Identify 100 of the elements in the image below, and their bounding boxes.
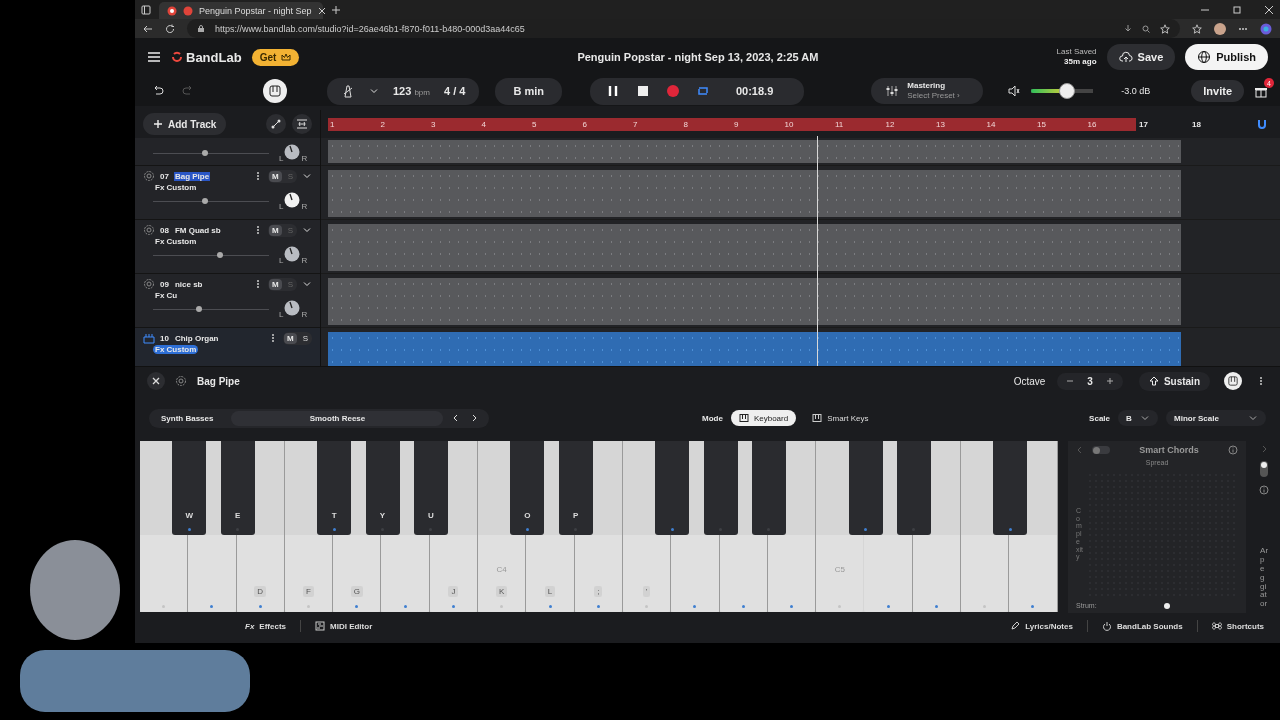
time-signature[interactable]: 4 / 4: [444, 85, 466, 97]
sharp-key[interactable]: U: [413, 441, 448, 535]
midi-clip[interactable]: [328, 170, 1181, 217]
site-info-icon[interactable]: [197, 24, 205, 33]
zoom-icon[interactable]: [1142, 24, 1150, 33]
midi-clip[interactable]: [328, 140, 1181, 163]
keyboard-view-button[interactable]: [1224, 372, 1242, 390]
tempo-value[interactable]: 123 bpm: [393, 85, 430, 97]
sharp-key[interactable]: [993, 441, 1028, 535]
loop-icon[interactable]: [695, 84, 710, 98]
sharp-key[interactable]: P: [558, 441, 593, 535]
close-button[interactable]: [147, 372, 165, 390]
pan-knob-icon[interactable]: [284, 300, 301, 316]
star-icon[interactable]: [1160, 23, 1170, 34]
record-icon[interactable]: [665, 84, 680, 98]
plus-icon[interactable]: [1104, 376, 1115, 386]
natural-key[interactable]: J: [429, 535, 478, 612]
scale-root-dropdown[interactable]: B: [1118, 410, 1158, 426]
toggle-switch[interactable]: [1260, 461, 1269, 477]
caret-icon[interactable]: [369, 86, 379, 96]
magnet-icon[interactable]: [1256, 118, 1268, 130]
sustain-button[interactable]: Sustain: [1138, 371, 1210, 391]
add-track-button[interactable]: Add Track: [143, 113, 227, 135]
mute-button[interactable]: M: [284, 332, 297, 344]
track-name[interactable]: Chip Organ: [173, 333, 220, 343]
footer-button[interactable]: Shortcuts: [1205, 618, 1270, 634]
natural-key[interactable]: D: [236, 535, 284, 612]
info-icon[interactable]: [1259, 485, 1270, 495]
volume-thumb[interactable]: [1059, 83, 1076, 99]
gear-icon[interactable]: [175, 375, 187, 387]
fx-tag[interactable]: Fx Cu: [153, 291, 180, 300]
copilot-icon[interactable]: [1260, 22, 1272, 35]
strum-handle[interactable]: [1164, 602, 1171, 609]
reload-icon[interactable]: [165, 23, 175, 34]
sharp-key[interactable]: O: [510, 441, 545, 535]
sharp-key[interactable]: T: [317, 441, 352, 535]
chevron-down-icon[interactable]: [302, 279, 312, 289]
track-name[interactable]: nice sb: [173, 279, 204, 289]
natural-key[interactable]: F: [284, 535, 333, 612]
natural-key[interactable]: G: [333, 535, 381, 612]
mode-tab[interactable]: Smart Keys: [804, 410, 877, 426]
invite-button[interactable]: Invite: [1191, 80, 1244, 102]
track-name[interactable]: Bag Pipe: [173, 171, 211, 181]
natural-key[interactable]: L: [526, 535, 574, 612]
profile-avatar[interactable]: [1214, 22, 1226, 35]
pan-knob-icon[interactable]: [284, 246, 301, 262]
sharp-key[interactable]: [896, 441, 931, 535]
chevron-down-icon[interactable]: [302, 225, 312, 235]
track-name[interactable]: FM Quad sb: [173, 225, 222, 235]
midi-clip[interactable]: [328, 332, 1181, 366]
midi-clip[interactable]: [328, 278, 1181, 325]
sharp-key[interactable]: [848, 441, 883, 535]
sharp-key[interactable]: [655, 441, 690, 535]
scale-type-dropdown[interactable]: Minor Scale: [1166, 410, 1266, 426]
metronome-icon[interactable]: [341, 84, 355, 98]
sharp-key[interactable]: E: [220, 441, 255, 535]
mute-button[interactable]: M: [269, 224, 282, 236]
download-icon[interactable]: [1124, 24, 1132, 33]
menu-icon[interactable]: [147, 50, 161, 64]
restore-icon[interactable]: [1232, 4, 1242, 15]
footer-button[interactable]: BandLab Sounds: [1095, 618, 1189, 634]
get-button[interactable]: Get: [251, 48, 300, 66]
preset-category[interactable]: Synth Basses: [151, 410, 224, 426]
back-icon[interactable]: [143, 23, 153, 34]
volume-thumb[interactable]: [217, 252, 224, 258]
address-bar[interactable]: https://www.bandlab.com/studio?id=26ae46b1-f870-f011-b480-000d3aa44c65: [187, 19, 1180, 38]
pan-knob-icon[interactable]: [284, 192, 301, 208]
sharp-key[interactable]: W: [172, 441, 207, 535]
key-button[interactable]: B min: [495, 77, 562, 105]
track-row[interactable]: L R: [135, 138, 320, 166]
info-icon[interactable]: [1228, 445, 1239, 455]
favorites-icon[interactable]: [1192, 23, 1202, 34]
loop-region[interactable]: 1 2 3 4 5 6 7 8 9 10 11 12 13 14 15 16: [328, 117, 1136, 131]
mode-tab[interactable]: Keyboard: [730, 410, 797, 426]
sharp-key[interactable]: [751, 441, 786, 535]
fx-tag[interactable]: Fx Custom: [153, 237, 199, 246]
natural-key[interactable]: ': [622, 535, 671, 612]
toggle-switch[interactable]: [1092, 446, 1110, 454]
automation-button[interactable]: [266, 114, 286, 134]
chevron-down-icon[interactable]: [302, 171, 312, 181]
fx-tag[interactable]: Fx Custom: [153, 345, 199, 354]
solo-button[interactable]: S: [299, 332, 311, 344]
sharp-key[interactable]: [703, 441, 738, 535]
save-button[interactable]: Save: [1106, 44, 1176, 70]
natural-key[interactable]: ;: [574, 535, 622, 612]
panel-toggle-button[interactable]: [263, 79, 287, 103]
speaker-icon[interactable]: [1007, 84, 1022, 98]
mastering-button[interactable]: Mastering Select Preset ›: [871, 78, 984, 104]
track-row[interactable]: 10 Chip Organ M S Fx Custom: [135, 328, 320, 366]
footer-button[interactable]: MIDI Editor: [309, 618, 379, 634]
mute-button[interactable]: M: [269, 170, 282, 182]
natural-key[interactable]: C4 K: [478, 535, 526, 612]
volume-thumb[interactable]: [196, 306, 203, 312]
new-tab-icon[interactable]: [331, 4, 341, 15]
fx-tag[interactable]: Fx Custom: [153, 183, 199, 192]
volume-thumb[interactable]: [202, 198, 209, 204]
volume-thumb[interactable]: [202, 149, 209, 156]
close-icon[interactable]: [317, 6, 326, 15]
publish-button[interactable]: Publish: [1185, 44, 1268, 70]
footer-button[interactable]: Lyrics/Notes: [1004, 618, 1079, 634]
